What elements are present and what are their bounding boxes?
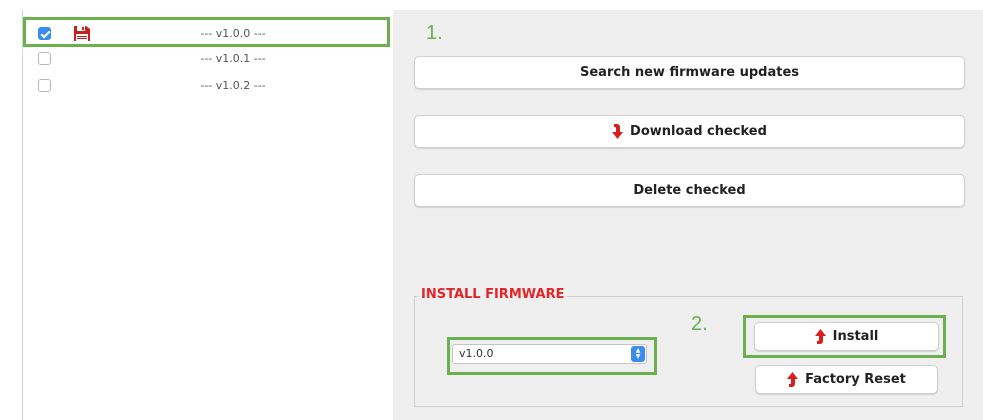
step-2-label: 2. xyxy=(691,313,708,335)
select-arrows-icon: ▲ ▼ xyxy=(631,346,645,362)
firmware-update-window: --- v1.0.0 --- --- v1.0.1 --- --- v1.0.2… xyxy=(0,0,983,420)
checkbox[interactable] xyxy=(38,52,51,65)
download-checked-label: Download checked xyxy=(630,124,767,139)
checkbox-checked[interactable] xyxy=(38,27,51,40)
firmware-version-label: --- v1.0.0 --- xyxy=(200,27,266,40)
install-button[interactable]: Install xyxy=(754,322,939,351)
firmware-version-label: --- v1.0.2 --- xyxy=(200,79,266,92)
firmware-list-item[interactable]: --- v1.0.2 --- xyxy=(23,76,394,98)
floppy-disk-icon xyxy=(74,26,90,41)
search-updates-label: Search new firmware updates xyxy=(580,65,799,80)
delete-checked-button[interactable]: Delete checked xyxy=(414,174,965,207)
factory-reset-button[interactable]: Factory Reset xyxy=(755,365,938,394)
step-1-label: 1. xyxy=(426,22,443,44)
download-checked-button[interactable]: Download checked xyxy=(414,115,965,148)
firmware-list: --- v1.0.0 --- --- v1.0.1 --- --- v1.0.2… xyxy=(22,10,395,420)
firmware-version-select[interactable]: v1.0.0 ▲ ▼ xyxy=(452,344,647,364)
install-label: Install xyxy=(832,329,879,344)
selected-version-value: v1.0.0 xyxy=(459,347,494,360)
install-firmware-title: INSTALL FIRMWARE xyxy=(418,287,568,302)
firmware-version-label: --- v1.0.1 --- xyxy=(200,52,266,65)
checkbox[interactable] xyxy=(38,79,51,92)
firmware-list-item[interactable]: --- v1.0.0 --- xyxy=(23,24,394,46)
arrow-up-icon xyxy=(814,329,826,344)
arrow-up-icon xyxy=(787,372,799,387)
firmware-list-item[interactable]: --- v1.0.1 --- xyxy=(23,49,394,71)
arrow-down-icon xyxy=(612,124,624,139)
search-updates-button[interactable]: Search new firmware updates xyxy=(414,56,965,89)
factory-reset-label: Factory Reset xyxy=(805,372,906,387)
delete-checked-label: Delete checked xyxy=(633,183,746,198)
